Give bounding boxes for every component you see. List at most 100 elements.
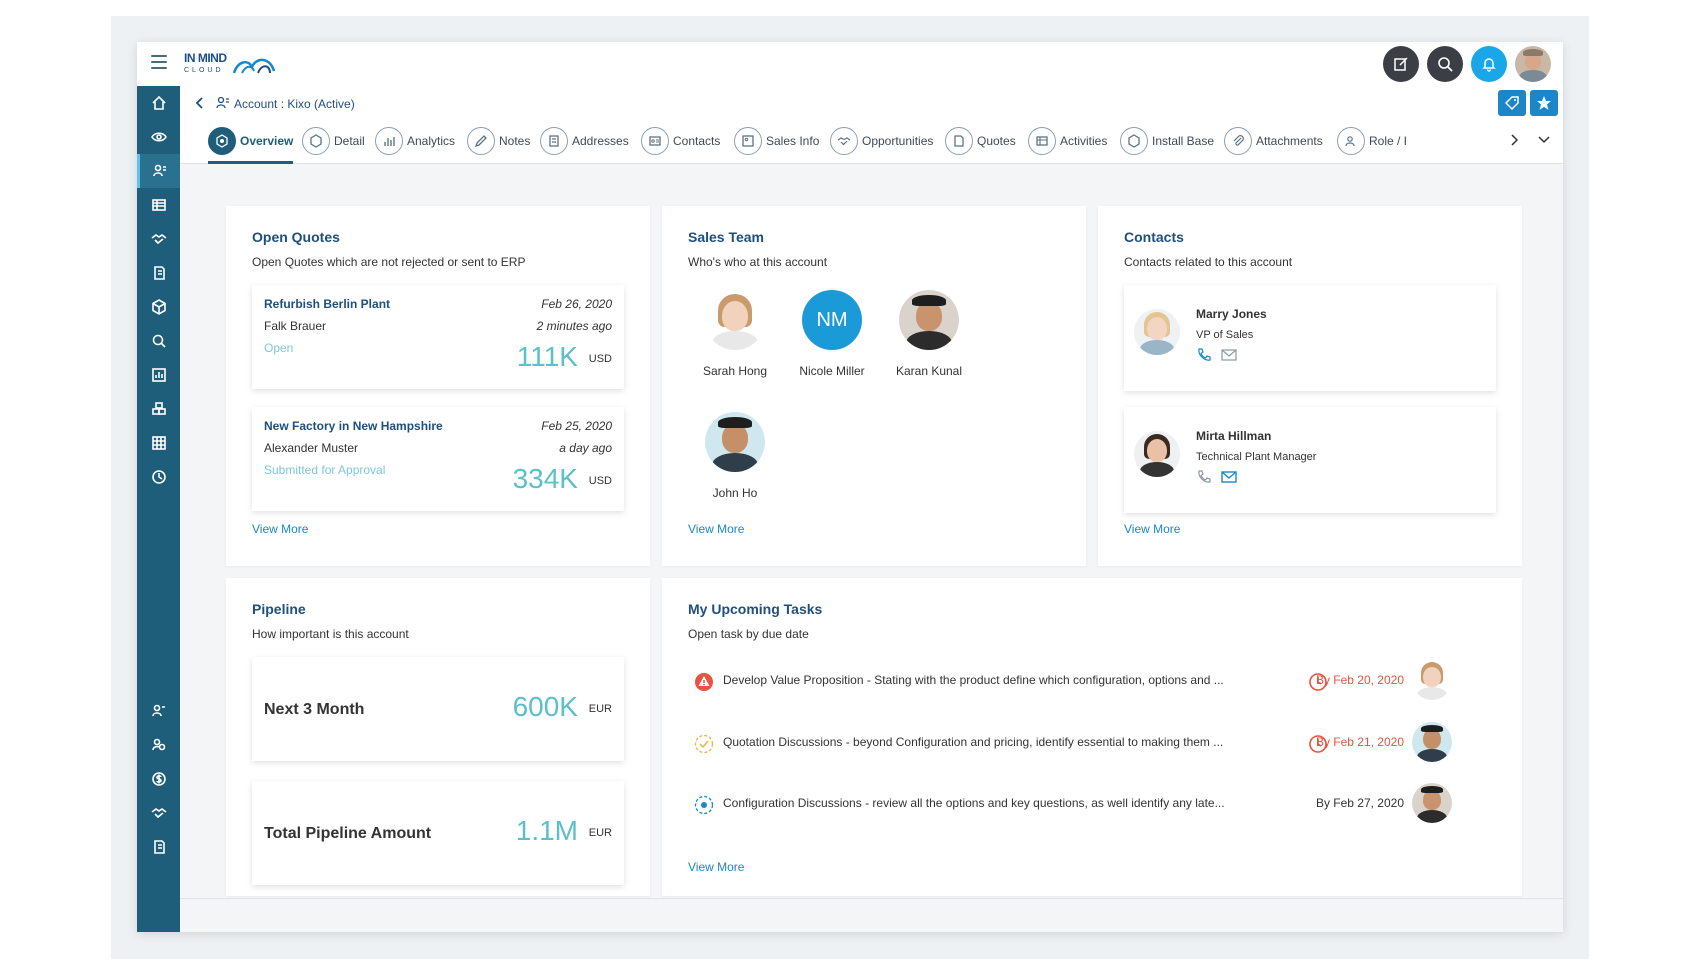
sidebar-deals[interactable] xyxy=(137,222,180,256)
role-icon xyxy=(1337,127,1365,155)
quote-status: Submitted for Approval xyxy=(264,463,386,477)
quote-updated: 2 minutes ago xyxy=(536,319,612,333)
card-title: My Upcoming Tasks xyxy=(688,601,823,617)
pipeline-item: Next 3 Month 600K EUR xyxy=(252,657,624,761)
sidebar-team[interactable] xyxy=(137,728,180,762)
member-initials: NM xyxy=(802,290,862,350)
sidebar-documents[interactable] xyxy=(137,830,180,864)
sidebar-home[interactable] xyxy=(137,86,180,120)
task-text: Configuration Discussions - review all t… xyxy=(723,796,1225,810)
quote-owner: Falk Brauer xyxy=(264,319,327,333)
team-icon xyxy=(151,738,165,751)
phone-icon[interactable] xyxy=(1196,347,1212,363)
email-icon[interactable] xyxy=(1220,469,1238,485)
person-face-icon xyxy=(705,290,765,350)
sidebar-users[interactable] xyxy=(137,694,180,728)
task-assignee-avatar xyxy=(1412,660,1452,700)
sidebar-watch[interactable] xyxy=(137,120,180,154)
open-quotes-card: Open Quotes Open Quotes which are not re… xyxy=(226,206,650,566)
tab-addresses[interactable]: Addresses xyxy=(540,125,629,157)
account-icon xyxy=(153,164,166,177)
sidebar-inventory[interactable] xyxy=(137,392,180,426)
install-base-icon xyxy=(1120,127,1148,155)
member-name: Sarah Hong xyxy=(702,364,768,378)
task-item[interactable]: Develop Value Proposition - Stating with… xyxy=(688,660,1458,700)
sidebar-lists[interactable] xyxy=(137,188,180,222)
search-button[interactable] xyxy=(1427,46,1463,82)
quote-title[interactable]: New Factory in New Hampshire xyxy=(264,419,443,433)
task-item[interactable]: Configuration Discussions - review all t… xyxy=(688,783,1458,823)
tab-notes[interactable]: Notes xyxy=(467,125,530,157)
sidebar-partners[interactable] xyxy=(137,796,180,830)
tab-activities[interactable]: Activities xyxy=(1028,125,1107,157)
addresses-icon xyxy=(540,127,568,155)
sidebar-sync[interactable] xyxy=(137,460,180,494)
tab-detail[interactable]: Detail xyxy=(302,125,365,157)
contact-item[interactable]: Mirta Hillman Technical Plant Manager xyxy=(1124,407,1496,513)
user-avatar[interactable] xyxy=(1515,46,1551,82)
member-name: Nicole Miller xyxy=(799,364,865,378)
team-member[interactable]: NM Nicole Miller xyxy=(782,290,882,378)
back-arrow-icon[interactable] xyxy=(193,95,207,111)
quote-item[interactable]: New Factory in New Hampshire Alexander M… xyxy=(252,407,624,511)
task-assignee-avatar xyxy=(1412,783,1452,823)
team-member[interactable]: John Ho xyxy=(685,412,785,500)
phone-icon[interactable] xyxy=(1196,469,1212,485)
search-icon xyxy=(1438,57,1453,72)
tag-button[interactable] xyxy=(1498,90,1526,116)
sidebar-reports[interactable] xyxy=(137,358,180,392)
pipeline-card: Pipeline How important is this account N… xyxy=(226,578,650,896)
tab-label: Opportunities xyxy=(862,134,934,148)
tab-sales-info[interactable]: Sales Info xyxy=(734,125,819,157)
tag-icon xyxy=(1504,96,1519,111)
hamburger-menu-icon[interactable] xyxy=(151,55,167,69)
view-more-link[interactable]: View More xyxy=(688,522,744,536)
chevron-down-icon[interactable] xyxy=(1537,134,1551,146)
upcoming-tasks-card: My Upcoming Tasks Open task by due date … xyxy=(662,578,1522,896)
tab-overview[interactable]: Overview xyxy=(208,125,293,157)
sales-team-card: Sales Team Who's who at this account Sar… xyxy=(662,206,1086,566)
sidebar-pricing[interactable] xyxy=(137,762,180,796)
card-subtitle: How important is this account xyxy=(252,627,409,641)
main-content: Account : Kixo (Active) Overview Detail … xyxy=(180,86,1563,932)
tab-attachments[interactable]: Attachments xyxy=(1224,125,1323,157)
quote-item[interactable]: Refurbish Berlin Plant Falk Brauer Open … xyxy=(252,285,624,389)
contact-actions xyxy=(1196,347,1238,363)
sidebar-accounts[interactable] xyxy=(137,154,180,188)
team-member[interactable]: Sarah Hong xyxy=(685,290,785,378)
task-item[interactable]: Quotation Discussions - beyond Configura… xyxy=(688,722,1458,762)
tab-label: Sales Info xyxy=(766,134,820,148)
tab-contacts[interactable]: Contacts xyxy=(641,125,720,157)
tab-analytics[interactable]: Analytics xyxy=(375,125,455,157)
quote-title[interactable]: Refurbish Berlin Plant xyxy=(264,297,390,311)
email-icon[interactable] xyxy=(1220,347,1238,363)
tab-opportunities[interactable]: Opportunities xyxy=(830,125,933,157)
tab-label: Activities xyxy=(1060,134,1108,148)
notifications-button[interactable] xyxy=(1471,46,1507,82)
tab-quotes[interactable]: Quotes xyxy=(945,125,1016,157)
sidebar-products[interactable] xyxy=(137,290,180,324)
person-face-icon xyxy=(1412,722,1452,762)
sidebar-search[interactable] xyxy=(137,324,180,358)
favorite-button[interactable] xyxy=(1530,90,1558,116)
tab-role[interactable]: Role / I xyxy=(1337,125,1407,157)
contact-item[interactable]: Marry Jones VP of Sales xyxy=(1124,285,1496,391)
view-more-link[interactable]: View More xyxy=(1124,522,1180,536)
view-more-link[interactable]: View More xyxy=(252,522,308,536)
sidebar-quotes[interactable] xyxy=(137,256,180,290)
task-text: Quotation Discussions - beyond Configura… xyxy=(723,735,1224,749)
analytics-icon xyxy=(375,127,403,155)
card-title: Sales Team xyxy=(688,229,765,245)
team-member[interactable]: Karan Kunal xyxy=(879,290,979,378)
logo: IN MIND CLOUD xyxy=(184,49,294,79)
view-more-link[interactable]: View More xyxy=(688,860,744,874)
pipeline-amount: 600K xyxy=(512,691,578,722)
report-icon xyxy=(151,368,166,382)
star-icon xyxy=(1537,96,1551,110)
sidebar-grid[interactable] xyxy=(137,426,180,460)
tab-install-base[interactable]: Install Base xyxy=(1120,125,1214,157)
compose-button[interactable] xyxy=(1383,46,1419,82)
account-icon xyxy=(216,96,229,109)
breadcrumb-actions xyxy=(1498,90,1558,116)
chevron-right-icon[interactable] xyxy=(1508,133,1520,147)
